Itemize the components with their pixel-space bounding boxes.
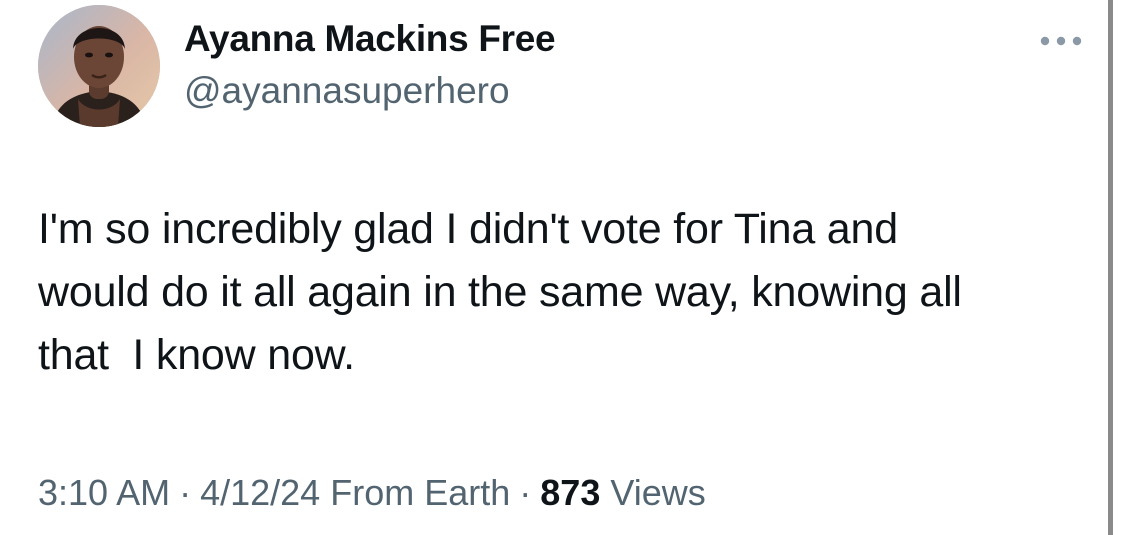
views-label[interactable]: Views [610,472,705,513]
author-handle[interactable]: @ayannasuperhero [184,69,510,113]
tweet-meta: 3:10 AM · 4/12/24 From Earth · 873 Views [38,470,706,516]
avatar[interactable] [38,5,160,127]
avatar-image [38,5,160,127]
more-options-button[interactable] [1036,26,1086,56]
more-horizontal-icon [1040,36,1082,46]
tweet-text: I'm so incredibly glad I didn't vote for… [38,205,962,379]
tweet-source: From Earth [330,472,511,513]
views-count[interactable]: 873 [540,472,600,513]
meta-separator: · [179,472,192,513]
author-display-name[interactable]: Ayanna Mackins Free [184,17,556,61]
scrollbar[interactable] [1108,0,1113,535]
tweet-date[interactable]: 4/12/24 [200,472,320,513]
tweet: Ayanna Mackins Free @ayannasuperhero I'm… [0,0,1108,535]
meta-separator: · [519,472,532,513]
tweet-time[interactable]: 3:10 AM [38,472,170,513]
